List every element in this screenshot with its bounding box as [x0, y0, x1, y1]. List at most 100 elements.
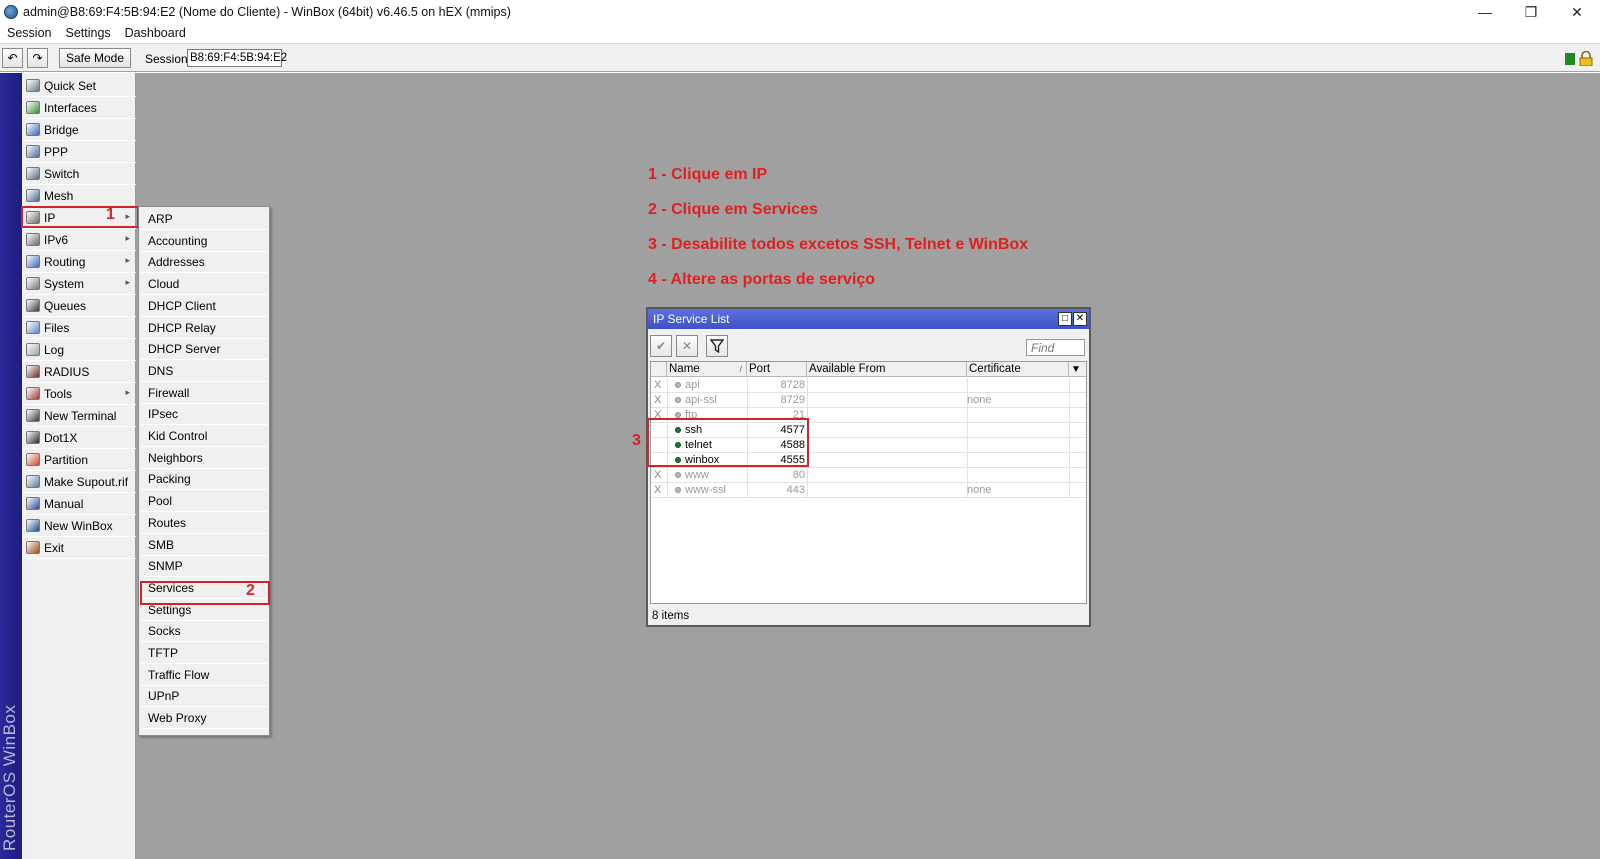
- sidebar-item-make-supout-rif[interactable]: Make Supout.rif: [22, 471, 136, 493]
- sidebar-item-exit[interactable]: Exit: [22, 537, 136, 559]
- sidebar-menu: Quick Set Interfaces Bridge PPP Switch Mesh IP…: [22, 73, 136, 859]
- sidebar-item-system[interactable]: System ▸: [22, 273, 136, 295]
- sidebar-item-mesh[interactable]: Mesh: [22, 185, 136, 207]
- disable-button[interactable]: ✕: [676, 335, 698, 357]
- submenu-item-snmp[interactable]: SNMP: [141, 556, 267, 578]
- submenu-item-cloud[interactable]: Cloud: [141, 274, 267, 296]
- sidebar-item-label: Switch: [44, 166, 80, 181]
- submenu-item-neighbors[interactable]: Neighbors: [141, 448, 267, 469]
- tools-icon: [26, 387, 40, 400]
- sidebar-item-label: Queues: [44, 298, 87, 313]
- filter-button[interactable]: [706, 335, 728, 357]
- sidebar-item-label: Files: [44, 320, 70, 335]
- partition-icon: [26, 453, 40, 466]
- sidebar-item-log[interactable]: Log: [22, 339, 136, 361]
- window-controls: — ❐ ✕: [1462, 0, 1600, 24]
- quick-set-icon: [26, 79, 40, 92]
- sidebar-item-partition[interactable]: Partition: [22, 449, 136, 471]
- submenu-item-packing[interactable]: Packing: [141, 469, 267, 491]
- sidebar-item-label: Partition: [44, 452, 89, 467]
- instruction-1: 1 - Clique em IP: [648, 166, 768, 183]
- sidebar-item-radius[interactable]: RADIUS: [22, 361, 136, 383]
- submenu-item-socks[interactable]: Socks: [141, 621, 267, 643]
- sidebar-item-label: Make Supout.rif: [44, 474, 129, 489]
- sidebar-item-routing[interactable]: Routing ▸: [22, 251, 136, 273]
- enable-button[interactable]: ✔: [650, 335, 672, 357]
- menu-session[interactable]: Session: [0, 26, 58, 40]
- sidebar-item-new-winbox[interactable]: New WinBox: [22, 515, 136, 537]
- sidebar-item-ppp[interactable]: PPP: [22, 141, 136, 163]
- submenu-item-dhcp-client[interactable]: DHCP Client: [141, 296, 267, 317]
- step1-marker: 1: [106, 206, 115, 223]
- submenu-item-kid-control[interactable]: Kid Control: [141, 426, 267, 447]
- minimize-button[interactable]: —: [1462, 0, 1508, 24]
- submenu-item-pool[interactable]: Pool: [141, 491, 267, 513]
- sidebar-item-bridge[interactable]: Bridge: [22, 119, 136, 141]
- sidebar-item-queues[interactable]: Queues: [22, 295, 136, 317]
- submenu-item-web-proxy[interactable]: Web Proxy: [141, 708, 267, 730]
- submenu-item-routes[interactable]: Routes: [141, 513, 267, 534]
- brand-bar: RouterOS WinBox: [0, 73, 22, 859]
- close-button[interactable]: ✕: [1554, 0, 1600, 24]
- find-input[interactable]: [1026, 339, 1085, 356]
- menu-dashboard[interactable]: Dashboard: [118, 26, 193, 40]
- interfaces-icon: [26, 101, 40, 114]
- dot1x-icon: [26, 431, 40, 444]
- header-available-from[interactable]: Available From: [807, 362, 967, 377]
- sidebar-item-label: IPv6: [44, 232, 69, 247]
- submenu-item-dhcp-server[interactable]: DHCP Server: [141, 339, 267, 361]
- sidebar-item-ipv6[interactable]: IPv6 ▸: [22, 229, 136, 251]
- submenu-item-upnp[interactable]: UPnP: [141, 686, 267, 708]
- connection-status-icon: [1565, 53, 1575, 65]
- sidebar-item-dot1x[interactable]: Dot1X: [22, 427, 136, 449]
- header-flag[interactable]: [651, 362, 667, 377]
- redo-button[interactable]: ↷: [27, 48, 48, 68]
- table-row[interactable]: Xapi-ssl 8729 none: [651, 393, 1086, 408]
- table-header: Name / Port Available From Certificate ▼: [651, 362, 1086, 377]
- sidebar-item-tools[interactable]: Tools ▸: [22, 383, 136, 405]
- submenu-item-firewall[interactable]: Firewall: [141, 383, 267, 404]
- sidebar-item-interfaces[interactable]: Interfaces: [22, 97, 136, 119]
- sidebar-item-files[interactable]: Files: [22, 317, 136, 339]
- service-port: 8729: [780, 394, 805, 406]
- submenu-item-arp[interactable]: ARP: [141, 209, 267, 230]
- submenu-item-accounting[interactable]: Accounting: [141, 231, 267, 252]
- service-port: 80: [792, 469, 805, 481]
- submenu-item-dhcp-relay[interactable]: DHCP Relay: [141, 318, 267, 339]
- ipv6-icon: [26, 233, 40, 246]
- switch-icon: [26, 167, 40, 180]
- sidebar-item-new-terminal[interactable]: New Terminal: [22, 405, 136, 427]
- service-window-titlebar[interactable]: IP Service List □ ✕: [648, 309, 1089, 329]
- sidebar-item-quick-set[interactable]: Quick Set: [22, 75, 136, 97]
- header-name[interactable]: Name /: [667, 362, 747, 377]
- service-name: api: [685, 379, 700, 391]
- sidebar-item-manual[interactable]: Manual: [22, 493, 136, 515]
- bridge-icon: [26, 123, 40, 136]
- sidebar-item-label: System: [44, 276, 85, 291]
- table-row[interactable]: Xapi 8728: [651, 378, 1086, 393]
- submenu-item-ipsec[interactable]: IPsec: [141, 404, 267, 426]
- undo-button[interactable]: ↶: [2, 48, 23, 68]
- table-row[interactable]: Xwww 80: [651, 468, 1086, 483]
- submenu-item-smb[interactable]: SMB: [141, 535, 267, 556]
- maximize-window-icon[interactable]: □: [1058, 312, 1072, 326]
- submenu-item-dns[interactable]: DNS: [141, 361, 267, 382]
- submenu-item-traffic-flow[interactable]: Traffic Flow: [141, 665, 267, 686]
- header-port[interactable]: Port: [747, 362, 807, 377]
- submenu-item-tftp[interactable]: TFTP: [141, 643, 267, 664]
- manual-icon: [26, 497, 40, 510]
- window-title: admin@B8:69:F4:5B:94:E2 (Nome do Cliente…: [23, 5, 511, 19]
- sidebar-item-label: New Terminal: [44, 408, 117, 423]
- menu-bar: Session Settings Dashboard: [0, 24, 1600, 42]
- column-dropdown-icon[interactable]: ▼: [1069, 362, 1086, 377]
- sidebar-item-switch[interactable]: Switch: [22, 163, 136, 185]
- safe-mode-button[interactable]: Safe Mode: [59, 48, 131, 68]
- table-row[interactable]: Xwww-ssl 443 none: [651, 483, 1086, 498]
- restore-button[interactable]: ❐: [1508, 0, 1554, 24]
- ppp-icon: [26, 145, 40, 158]
- instruction-4: 4 - Altere as portas de serviço: [648, 271, 876, 288]
- submenu-item-addresses[interactable]: Addresses: [141, 252, 267, 274]
- close-window-icon[interactable]: ✕: [1073, 312, 1087, 326]
- header-certificate[interactable]: Certificate: [967, 362, 1069, 377]
- menu-settings[interactable]: Settings: [58, 26, 117, 40]
